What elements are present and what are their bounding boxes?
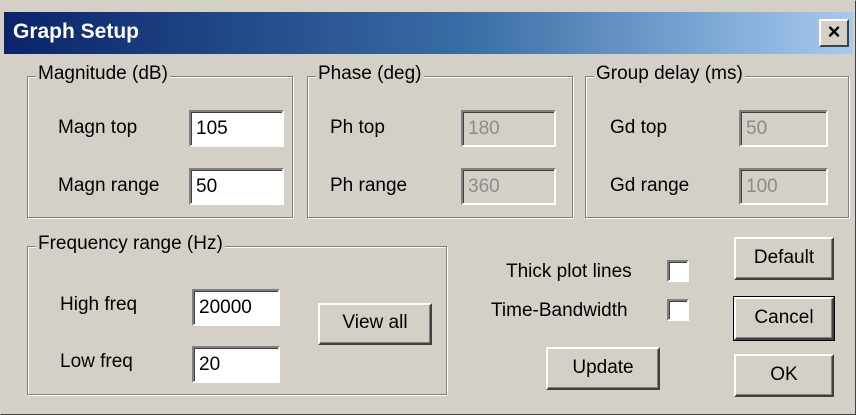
gd-top-input[interactable]: 50	[739, 110, 828, 147]
ph-range-label: Ph range	[330, 175, 408, 196]
phase-group: Phase (deg) Ph top 180 Ph range 360	[307, 63, 573, 218]
title-bar[interactable]: Graph Setup ×	[4, 12, 853, 54]
close-button[interactable]: ×	[819, 19, 849, 47]
default-button[interactable]: Default	[734, 237, 834, 280]
phase-legend: Phase (deg)	[316, 63, 424, 85]
close-icon: ×	[827, 19, 841, 44]
frequency-legend: Frequency range (Hz)	[36, 233, 225, 255]
graph-setup-dialog: Graph Setup × Magnitude (dB) Magn top 10…	[0, 0, 856, 415]
group-delay-group: Group delay (ms) Gd top 50 Gd range 100	[585, 63, 849, 218]
magn-range-input[interactable]: 50	[189, 168, 284, 205]
high-freq-input[interactable]: 20000	[192, 289, 280, 326]
high-freq-label: High freq	[60, 294, 138, 315]
ok-button[interactable]: OK	[734, 354, 834, 397]
thick-plot-lines-label: Thick plot lines	[506, 261, 632, 282]
group-delay-legend: Group delay (ms)	[594, 63, 745, 85]
time-bandwidth-checkbox[interactable]	[667, 299, 689, 321]
magnitude-legend: Magnitude (dB)	[36, 63, 170, 85]
frequency-group: Frequency range (Hz) High freq 20000 Low…	[27, 233, 447, 395]
ph-top-input[interactable]: 180	[461, 110, 556, 147]
low-freq-input[interactable]: 20	[192, 346, 280, 383]
magn-top-input[interactable]: 105	[189, 110, 284, 147]
time-bandwidth-label: Time-Bandwidth	[491, 300, 628, 321]
dialog-title: Graph Setup	[13, 20, 140, 43]
cancel-button[interactable]: Cancel	[733, 296, 835, 341]
ph-top-label: Ph top	[330, 117, 385, 138]
gd-range-input[interactable]: 100	[739, 168, 828, 205]
low-freq-label: Low freq	[60, 351, 133, 372]
thick-plot-lines-checkbox[interactable]	[667, 260, 689, 282]
gd-range-label: Gd range	[610, 175, 690, 196]
ph-range-input[interactable]: 360	[461, 168, 556, 205]
magn-top-label: Magn top	[58, 117, 138, 138]
view-all-button[interactable]: View all	[318, 303, 432, 345]
update-button[interactable]: Update	[546, 347, 660, 390]
gd-top-label: Gd top	[610, 117, 668, 138]
magnitude-group: Magnitude (dB) Magn top 105 Magn range 5…	[27, 63, 293, 218]
magn-range-label: Magn range	[58, 175, 160, 196]
